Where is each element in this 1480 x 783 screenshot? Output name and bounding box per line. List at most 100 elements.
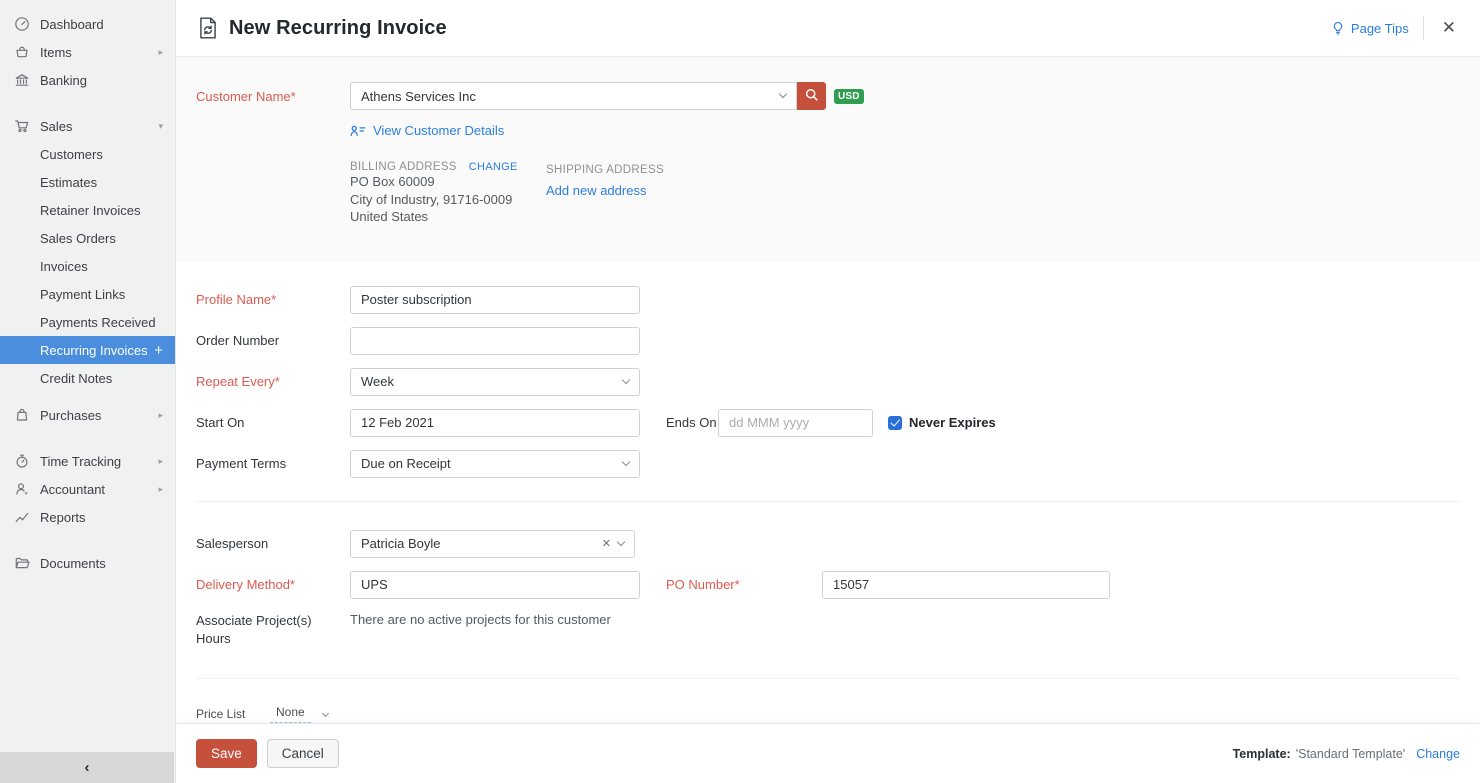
sidebar-item-label: Purchases	[40, 407, 102, 423]
sidebar-item-label: Customers	[40, 146, 103, 162]
delivery-method-label: Delivery Method*	[196, 577, 295, 592]
sidebar-item-label: Invoices	[40, 258, 88, 274]
basket-icon	[14, 44, 30, 60]
add-recurring-invoice-button[interactable]: +	[154, 342, 163, 359]
sidebar-item-reports[interactable]: Reports	[0, 503, 175, 531]
chevron-right-icon: ▸	[158, 483, 163, 494]
template-label: Template:	[1232, 746, 1291, 761]
sidebar-item-label: Items	[40, 44, 72, 60]
never-expires-checkbox[interactable]	[888, 415, 902, 430]
sidebar-item-sales[interactable]: Sales ▾	[0, 112, 175, 140]
salesperson-row: Salesperson Patricia Boyle ✕	[196, 529, 1460, 558]
associate-projects-label: Associate Project(s) Hours	[196, 612, 350, 648]
payment-terms-label: Payment Terms	[196, 456, 287, 471]
line-chart-icon	[14, 509, 30, 525]
cancel-button[interactable]: Cancel	[266, 739, 339, 768]
profile-name-label: Profile Name*	[196, 292, 277, 307]
contact-card-icon	[350, 124, 366, 137]
sidebar-item-label: Dashboard	[40, 16, 104, 32]
app-window: Dashboard Items ▸ Banking Sales ▾ Custom…	[0, 0, 1480, 783]
sidebar-item-accountant[interactable]: Accountant ▸	[0, 475, 175, 503]
sidebar-item-payments-received[interactable]: Payments Received	[0, 308, 175, 336]
price-list-select[interactable]: None	[270, 705, 311, 723]
payment-terms-value: Due on Receipt	[361, 456, 451, 471]
sidebar-item-label: Sales	[40, 118, 73, 134]
section-divider	[196, 500, 1460, 502]
associate-projects-label-line2: Hours	[196, 630, 231, 646]
po-number-label: PO Number*	[666, 577, 740, 592]
sidebar-item-estimates[interactable]: Estimates	[0, 168, 175, 196]
template-change-link[interactable]: Change	[1416, 747, 1460, 761]
order-number-input[interactable]	[350, 326, 640, 355]
ends-on-input[interactable]	[718, 408, 873, 437]
sidebar-item-documents[interactable]: Documents	[0, 549, 175, 577]
add-new-address-link[interactable]: Add new address	[546, 183, 646, 198]
person-icon	[14, 481, 30, 497]
repeat-every-select[interactable]: Week	[350, 367, 640, 396]
po-number-input[interactable]	[822, 570, 1110, 599]
sidebar-item-dashboard[interactable]: Dashboard	[0, 10, 175, 38]
sidebar-item-label: Accountant	[40, 481, 106, 497]
associate-projects-row: Associate Project(s) Hours There are no …	[196, 612, 1460, 648]
sidebar-item-time-tracking[interactable]: Time Tracking ▸	[0, 447, 175, 475]
associate-projects-label-line1: Associate Project(s)	[196, 612, 312, 628]
sidebar-item-purchases[interactable]: Purchases ▸	[0, 401, 175, 429]
repeat-every-label: Repeat Every*	[196, 374, 280, 389]
currency-badge: USD	[834, 88, 864, 104]
delivery-method-input[interactable]	[350, 570, 640, 599]
sidebar-item-label: Documents	[40, 555, 106, 571]
sidebar-item-label: Reports	[40, 509, 86, 525]
sidebar-item-label: Credit Notes	[40, 370, 113, 386]
sidebar-item-sales-orders[interactable]: Sales Orders	[0, 224, 175, 252]
view-customer-details-label: View Customer Details	[373, 123, 505, 138]
template-info: Template: 'Standard Template' Change	[1233, 747, 1460, 761]
chevron-down-icon	[616, 537, 626, 546]
sidebar-item-recurring-invoices[interactable]: Recurring Invoices +	[0, 336, 175, 364]
sidebar-item-credit-notes[interactable]: Credit Notes	[0, 364, 175, 392]
ends-on-label: Ends On	[666, 415, 717, 430]
chevron-right-icon: ▸	[158, 455, 163, 466]
profile-name-input[interactable]	[350, 285, 640, 314]
customer-name-select[interactable]: Athens Services Inc	[350, 82, 797, 110]
sidebar-item-customers[interactable]: Customers	[0, 140, 175, 168]
price-list-label: Price List	[196, 706, 246, 721]
close-icon[interactable]: ✕	[1438, 18, 1460, 38]
section-divider	[196, 677, 1460, 679]
form-footer: Save Cancel Template: 'Standard Template…	[176, 723, 1480, 783]
folder-icon	[14, 555, 30, 571]
sidebar-item-banking[interactable]: Banking	[0, 66, 175, 94]
chevron-down-icon	[621, 457, 631, 466]
address-block: BILLING ADDRESS CHANGE PO Box 60009 City…	[350, 161, 1460, 226]
clear-icon[interactable]: ✕	[602, 537, 611, 550]
sidebar-item-label: Payment Links	[40, 286, 126, 302]
sidebar-collapse-button[interactable]: ‹	[0, 752, 174, 783]
payment-terms-row: Payment Terms Due on Receipt	[196, 449, 1460, 478]
page-title: New Recurring Invoice	[229, 16, 447, 39]
salesperson-select[interactable]: Patricia Boyle ✕	[350, 529, 635, 558]
sidebar-item-label: Retainer Invoices	[40, 202, 141, 218]
billing-address-line: United States	[350, 209, 429, 224]
repeat-every-row: Repeat Every* Week	[196, 367, 1460, 396]
sidebar-item-retainer-invoices[interactable]: Retainer Invoices	[0, 196, 175, 224]
stopwatch-icon	[14, 453, 30, 469]
sidebar-item-items[interactable]: Items ▸	[0, 38, 175, 66]
save-button[interactable]: Save	[196, 739, 257, 768]
payment-terms-select[interactable]: Due on Receipt	[350, 449, 640, 478]
sidebar-item-label: Estimates	[40, 174, 98, 190]
billing-address-line: PO Box 60009	[350, 174, 435, 189]
cart-icon	[14, 118, 30, 134]
customer-name-label: Customer Name*	[196, 88, 296, 104]
customer-search-button[interactable]	[797, 82, 826, 110]
page-tips-button[interactable]: Page Tips	[1331, 21, 1409, 36]
salesperson-label: Salesperson	[196, 536, 269, 551]
sidebar-item-invoices[interactable]: Invoices	[0, 252, 175, 280]
start-on-input[interactable]	[350, 408, 640, 437]
sidebar-item-payment-links[interactable]: Payment Links	[0, 280, 175, 308]
billing-address-change-link[interactable]: CHANGE	[469, 161, 518, 173]
repeat-every-value: Week	[361, 374, 394, 389]
sidebar-nav: Dashboard Items ▸ Banking Sales ▾ Custom…	[0, 0, 175, 577]
profile-name-row: Profile Name*	[196, 285, 1460, 314]
delivery-method-row: Delivery Method* PO Number*	[196, 570, 1460, 599]
dashboard-icon	[14, 16, 30, 32]
view-customer-details-link[interactable]: View Customer Details	[350, 123, 504, 138]
